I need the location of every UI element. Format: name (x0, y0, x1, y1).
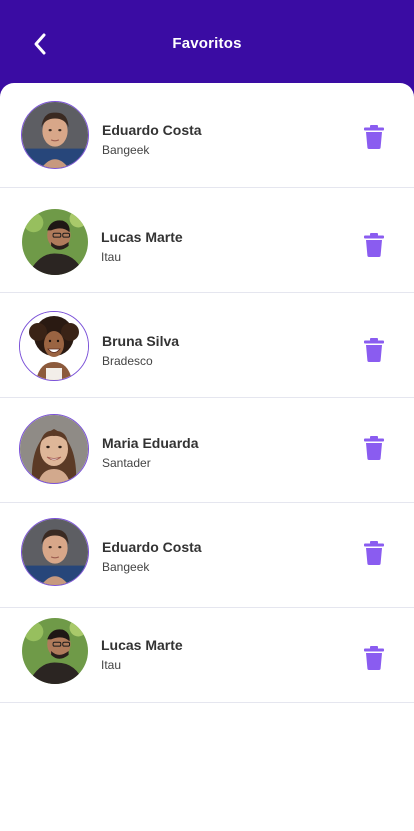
contact-company: Bradesco (102, 354, 153, 368)
list-item[interactable]: Eduardo Costa Bangeek (0, 83, 414, 188)
avatar-eduardo-icon (21, 518, 89, 586)
contact-name: Eduardo Costa (102, 539, 202, 555)
contact-company: Itau (101, 250, 122, 264)
trash-icon[interactable] (363, 541, 385, 565)
avatar-eduardo-icon (21, 101, 89, 169)
trash-icon[interactable] (363, 233, 385, 257)
contact-name: Eduardo Costa (102, 122, 202, 138)
trash-icon[interactable] (363, 436, 385, 460)
contact-company: Bangeek (102, 560, 150, 574)
list-item[interactable]: Maria Eduarda Santader (0, 398, 414, 503)
contact-name: Bruna Silva (102, 333, 180, 349)
trash-icon[interactable] (363, 125, 385, 149)
list-item[interactable]: Bruna Silva Bradesco (0, 293, 414, 398)
favorites-list: Eduardo Costa Bangeek Lucas Marte Itau B… (0, 83, 414, 831)
list-item[interactable]: Eduardo Costa Bangeek (0, 503, 414, 608)
contact-name: Maria Eduarda (102, 435, 199, 451)
contact-company: Bangeek (102, 143, 150, 157)
avatar-bruna-icon (19, 311, 89, 381)
contact-name: Lucas Marte (101, 229, 183, 245)
contact-name: Lucas Marte (101, 637, 183, 653)
page-title: Favoritos (172, 35, 242, 52)
list-item[interactable]: Lucas Marte Itau (0, 603, 414, 703)
contact-company: Santader (102, 456, 151, 470)
trash-icon[interactable] (363, 646, 385, 670)
avatar-lucas-icon (21, 617, 89, 685)
contact-company: Itau (101, 658, 122, 672)
avatar-lucas-icon (21, 208, 89, 276)
trash-icon[interactable] (363, 338, 385, 362)
avatar-maria-icon (19, 414, 89, 484)
list-item[interactable]: Lucas Marte Itau (0, 188, 414, 293)
